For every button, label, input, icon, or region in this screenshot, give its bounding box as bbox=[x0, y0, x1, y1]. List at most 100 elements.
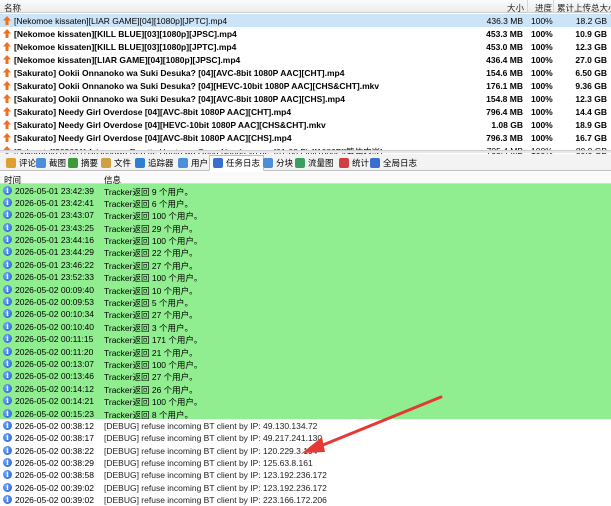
torrent-row[interactable]: [Nekomoe kissaten][KILL BLUE][03][1080p]… bbox=[0, 40, 611, 53]
log-time: 2026-05-02 00:09:40 bbox=[15, 284, 94, 295]
log-row[interactable]: i 2026-05-01 23:46:22 Tracker返回 27 个用户。 bbox=[0, 258, 611, 271]
log-time: 2026-05-02 00:13:46 bbox=[15, 371, 94, 382]
panel-splitter[interactable] bbox=[0, 150, 611, 153]
log-row[interactable]: i 2026-05-02 00:38:58 [DEBUG] refuse incom… bbox=[0, 469, 611, 481]
column-name[interactable]: 名称 bbox=[4, 2, 21, 14]
log-row[interactable]: i 2026-05-02 00:09:53 Tracker返回 5 个用户。 bbox=[0, 295, 611, 308]
log-time: 2026-05-02 00:11:15 bbox=[15, 334, 94, 345]
log-row[interactable]: i 2026-05-02 00:38:12 [DEBUG] refuse incom… bbox=[0, 419, 611, 431]
torrent-uploaded: 12.3 GB bbox=[575, 41, 607, 52]
global-log-icon bbox=[370, 157, 380, 168]
log-row[interactable]: i 2026-05-02 00:13:07 Tracker返回 100 个用户。 bbox=[0, 357, 611, 370]
column-uploaded[interactable]: 累计上传总大小 bbox=[557, 2, 611, 14]
file-icon bbox=[101, 157, 111, 168]
log-row[interactable]: i 2026-05-02 00:39:02 [DEBUG] refuse incom… bbox=[0, 481, 611, 493]
info-icon: i bbox=[3, 247, 12, 257]
log-row[interactable]: i 2026-05-02 00:10:40 Tracker返回 3 个用户。 bbox=[0, 320, 611, 333]
log-row[interactable]: i 2026-05-02 00:38:22 [DEBUG] refuse incom… bbox=[0, 444, 611, 456]
torrent-name: [Sakurato] Ookii Onnanoko wa Suki Desuka… bbox=[14, 80, 380, 91]
torrent-progress: 100% bbox=[531, 106, 553, 117]
tab-screenshot[interactable]: 截图 bbox=[33, 155, 69, 170]
log-row[interactable]: i 2026-05-01 23:44:16 Tracker返回 100 个用户。 bbox=[0, 233, 611, 246]
torrent-row[interactable]: [Sakurato] Ookii Onnanoko wa Suki Desuka… bbox=[0, 66, 611, 79]
log-row[interactable]: i 2026-05-01 23:43:25 Tracker返回 29 个用户。 bbox=[0, 221, 611, 234]
comment-icon bbox=[6, 157, 16, 168]
user-icon bbox=[178, 157, 188, 168]
column-size[interactable]: 大小 bbox=[507, 2, 524, 14]
column-divider[interactable] bbox=[553, 0, 554, 13]
info-icon: i bbox=[3, 371, 12, 381]
torrent-uploaded: 12.3 GB bbox=[575, 93, 607, 104]
info-icon: i bbox=[3, 297, 12, 307]
upload-arrow-icon bbox=[3, 29, 11, 38]
tab-global-log[interactable]: 全局日志 bbox=[367, 155, 420, 170]
info-icon: i bbox=[3, 185, 12, 195]
tab-file[interactable]: 文件 bbox=[98, 155, 134, 170]
info-icon: i bbox=[3, 222, 12, 232]
log-time: 2026-05-02 00:10:34 bbox=[15, 309, 94, 320]
torrent-progress: 100% bbox=[531, 119, 553, 130]
torrent-progress: 100% bbox=[531, 93, 553, 104]
tab-user[interactable]: 用户 bbox=[175, 155, 211, 170]
info-icon: i bbox=[3, 210, 12, 220]
upload-arrow-icon bbox=[3, 81, 11, 90]
tab-tracker[interactable]: 追踪器 bbox=[132, 155, 177, 170]
tab-label: 截图 bbox=[49, 157, 67, 168]
torrent-size: 154.6 MB bbox=[486, 67, 523, 78]
log-message: [DEBUG] refuse incoming BT client by IP:… bbox=[104, 433, 323, 444]
log-time: 2026-05-01 23:43:25 bbox=[15, 222, 94, 233]
torrent-uploaded: 18.9 GB bbox=[575, 119, 607, 130]
log-row[interactable]: i 2026-05-02 00:11:20 Tracker返回 21 个用户。 bbox=[0, 345, 611, 358]
info-icon: i bbox=[3, 396, 12, 406]
log-row[interactable]: i 2026-05-01 23:42:39 Tracker返回 9 个用户。 bbox=[0, 184, 611, 197]
info-icon: i bbox=[3, 272, 12, 282]
log-row[interactable]: i 2026-05-02 00:09:40 Tracker返回 10 个用户。 bbox=[0, 283, 611, 296]
torrent-size: 436.3 MB bbox=[486, 15, 523, 26]
torrent-name: [Sakurato] Needy Girl Overdose [04][AVC-… bbox=[14, 132, 292, 143]
tab-label: 摘要 bbox=[81, 157, 99, 168]
log-row[interactable]: i 2026-05-02 00:11:15 Tracker返回 171 个用户。 bbox=[0, 332, 611, 345]
log-row[interactable]: i 2026-05-01 23:44:29 Tracker返回 22 个用户。 bbox=[0, 245, 611, 258]
log-time: 2026-05-02 00:38:22 bbox=[15, 445, 94, 456]
log-row[interactable]: i 2026-05-01 23:43:07 Tracker返回 100 个用户。 bbox=[0, 208, 611, 221]
column-progress[interactable]: 进度 bbox=[535, 2, 552, 14]
upload-arrow-icon bbox=[3, 42, 11, 51]
tab-label: 分块 bbox=[276, 157, 294, 168]
tab-label: 用户 bbox=[191, 157, 209, 168]
tab-log[interactable]: 任务日志 bbox=[209, 155, 265, 171]
torrent-row[interactable]: [Sakurato] Needy Girl Overdose [04][AVC-… bbox=[0, 131, 611, 144]
torrent-name: [Nekomoe kissaten][KILL BLUE][03][1080p]… bbox=[14, 41, 237, 52]
tab-summary[interactable]: 摘要 bbox=[65, 155, 101, 170]
log-row[interactable]: i 2026-05-02 00:14:21 Tracker返回 100 个用户。 bbox=[0, 394, 611, 407]
tab-pieces[interactable]: 分块 bbox=[260, 155, 296, 170]
torrent-row[interactable]: [Sakurato] Ookii Onnanoko wa Suki Desuka… bbox=[0, 92, 611, 105]
torrent-row[interactable]: [Sakurato] Needy Girl Overdose [04][HEVC… bbox=[0, 118, 611, 131]
torrent-row[interactable]: [Sakurato] Ookii Onnanoko wa Suki Desuka… bbox=[0, 79, 611, 92]
torrent-uploaded: 27.0 GB bbox=[575, 54, 607, 65]
info-icon: i bbox=[3, 420, 12, 430]
upload-arrow-icon bbox=[3, 68, 11, 77]
torrent-row[interactable]: [Nekomoe kissaten][LIAR GAME][04][1080p]… bbox=[0, 14, 611, 27]
log-row[interactable]: i 2026-05-01 23:42:41 Tracker返回 6 个用户。 bbox=[0, 196, 611, 209]
log-row[interactable]: i 2026-05-02 00:38:29 [DEBUG] refuse incom… bbox=[0, 457, 611, 469]
tab-label: 流量图 bbox=[308, 157, 334, 168]
log-row[interactable]: i 2026-05-01 23:52:33 Tracker返回 100 个用户。 bbox=[0, 270, 611, 283]
log-row[interactable]: i 2026-05-02 00:14:12 Tracker返回 26 个用户。 bbox=[0, 382, 611, 395]
log-row[interactable]: i 2026-05-02 00:13:46 Tracker返回 27 个用户。 bbox=[0, 369, 611, 382]
column-divider[interactable] bbox=[527, 0, 528, 13]
log-time: 2026-05-01 23:52:33 bbox=[15, 272, 94, 283]
torrent-row[interactable]: [Sakurato] Needy Girl Overdose [04][AVC-… bbox=[0, 105, 611, 118]
info-icon: i bbox=[3, 309, 12, 319]
log-message: [DEBUG] refuse incoming BT client by IP:… bbox=[104, 458, 313, 469]
log-row[interactable]: i 2026-05-02 00:38:17 [DEBUG] refuse incom… bbox=[0, 432, 611, 444]
log-time: 2026-05-02 00:14:12 bbox=[15, 383, 94, 394]
log-row[interactable]: i 2026-05-02 00:10:34 Tracker返回 27 个用户。 bbox=[0, 307, 611, 320]
torrent-row[interactable]: [Nekomoe kissaten][LIAR GAME][04][1080p]… bbox=[0, 53, 611, 66]
log-row[interactable]: i 2026-05-02 00:39:02 [DEBUG] refuse incom… bbox=[0, 494, 611, 506]
log-time: 2026-05-02 00:38:12 bbox=[15, 420, 94, 431]
tab-traffic[interactable]: 流量图 bbox=[292, 155, 337, 170]
tab-label: 文件 bbox=[114, 157, 132, 168]
log-row[interactable]: i 2026-05-02 00:15:23 Tracker返回 8 个用户。 bbox=[0, 407, 611, 420]
torrent-row[interactable]: [Nekomoe kissaten][KILL BLUE][03][1080p]… bbox=[0, 27, 611, 40]
log-time: 2026-05-02 00:38:29 bbox=[15, 458, 94, 469]
